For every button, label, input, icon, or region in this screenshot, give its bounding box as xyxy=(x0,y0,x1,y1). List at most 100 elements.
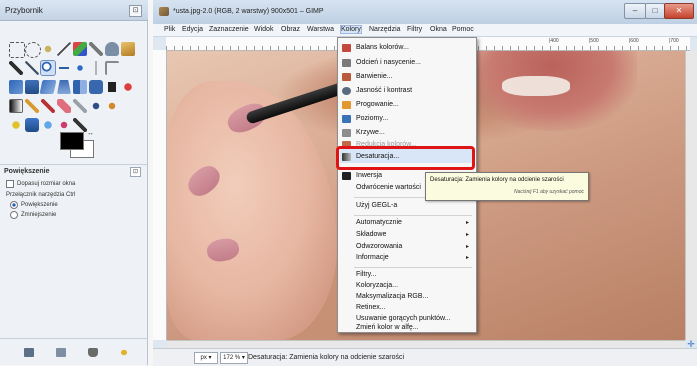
menu-widok[interactable]: Widok xyxy=(254,26,273,33)
blank-tool-slot xyxy=(121,99,135,113)
resize-window-label: Dopasuj rozmiar okna xyxy=(17,181,76,187)
menu-filtry[interactable]: Filtry xyxy=(407,26,422,33)
measure-icon[interactable] xyxy=(57,61,71,75)
unit-selector[interactable]: px ▾ xyxy=(194,352,218,364)
paths-icon[interactable] xyxy=(121,42,135,56)
rotate-tool-icon[interactable] xyxy=(9,80,23,94)
toolbox-titlebar[interactable]: Przybornik ⊡ xyxy=(0,0,148,21)
ink-tool-icon[interactable] xyxy=(89,99,103,113)
flip-tool-icon[interactable] xyxy=(73,80,87,94)
restore-options-icon[interactable] xyxy=(56,348,66,357)
scale-tool-icon[interactable] xyxy=(25,80,39,94)
menu-item-map[interactable]: Odwzorowania xyxy=(356,243,402,250)
menu-okna[interactable]: Okna xyxy=(430,26,447,33)
zoom-in-radio[interactable] xyxy=(10,201,18,209)
foreground-color-swatch[interactable] xyxy=(60,132,84,150)
zoom-out-radio[interactable] xyxy=(10,211,18,219)
menu-item-color-to-alpha[interactable]: Zmień kolor w alfę... xyxy=(356,324,419,331)
menu-item-retinex[interactable]: Retinex... xyxy=(356,304,386,311)
smudge-tool-icon[interactable] xyxy=(57,118,71,132)
menu-item-colorize[interactable]: Barwienie... xyxy=(356,73,393,80)
zoom-selector[interactable]: 172 % ▾ xyxy=(220,352,248,364)
menu-item-color-balance[interactable]: Balans kolorów... xyxy=(356,44,409,51)
menu-item-brightness-contrast[interactable]: Jasność i kontrast xyxy=(356,87,412,94)
menu-warstwa[interactable]: Warstwa xyxy=(307,26,334,33)
navigate-icon[interactable]: ✛ xyxy=(685,340,697,349)
horizontal-scrollbar[interactable] xyxy=(167,340,685,348)
perspective-tool-icon[interactable] xyxy=(57,80,71,94)
zoom-tool-icon[interactable] xyxy=(40,60,56,76)
menu-kolory[interactable]: Kolory xyxy=(340,25,362,34)
fg-bg-color-selector[interactable]: ↔ xyxy=(60,130,96,158)
resize-window-checkbox[interactable] xyxy=(6,180,14,188)
menu-item-hot-spots[interactable]: Usuwanie gorących punktów... xyxy=(356,315,451,322)
clone-tool-icon[interactable] xyxy=(105,99,119,113)
blend-tool-icon[interactable] xyxy=(9,99,23,113)
menu-edycja[interactable]: Edycja xyxy=(182,26,203,33)
menu-pomoc[interactable]: Pomoc xyxy=(452,26,474,33)
menu-item-curves[interactable]: Krzywe... xyxy=(356,129,385,136)
menu-obraz[interactable]: Obraz xyxy=(281,26,300,33)
scissors-icon[interactable] xyxy=(89,42,103,56)
toggle-label: Przełącznik narzędzia Ctrl xyxy=(6,192,76,198)
menu-narzedzia[interactable]: Narzędzia xyxy=(369,26,401,33)
align-tool-icon[interactable] xyxy=(89,61,103,75)
close-window-button[interactable]: ✕ xyxy=(664,3,694,19)
shear-tool-icon[interactable] xyxy=(39,80,57,94)
vertical-ruler[interactable] xyxy=(153,50,167,340)
menu-item-hue-saturation[interactable]: Odcień i nasycenie... xyxy=(356,59,421,66)
zoom-in-option[interactable]: Powiększenie xyxy=(10,201,58,209)
save-options-icon[interactable] xyxy=(24,348,34,357)
maximize-button[interactable]: □ xyxy=(645,3,665,19)
vertical-scrollbar[interactable] xyxy=(685,51,697,340)
free-select-icon[interactable] xyxy=(41,42,55,56)
tool-options-panel: Powiększenie ⊡ Dopasuj rozmiar okna Prze… xyxy=(0,164,148,335)
bucket-fill-icon[interactable] xyxy=(121,80,135,94)
ellipse-select-icon[interactable] xyxy=(25,42,41,58)
delete-options-icon[interactable] xyxy=(88,348,98,357)
swap-colors-icon[interactable]: ↔ xyxy=(87,130,94,137)
pencil-zoom-icon[interactable] xyxy=(25,61,39,75)
reset-options-icon[interactable] xyxy=(119,348,129,357)
menu-item-filters[interactable]: Filtry... xyxy=(356,271,376,278)
minimize-button[interactable]: – xyxy=(624,3,646,19)
sharpen-tool-icon[interactable] xyxy=(73,118,87,132)
menu-item-threshold[interactable]: Progowanie... xyxy=(356,101,399,108)
heal-tool-icon[interactable] xyxy=(9,118,23,132)
rect-select-icon[interactable] xyxy=(9,42,25,58)
blur-tool-icon[interactable] xyxy=(25,118,39,132)
cage-tool-icon[interactable] xyxy=(89,80,103,94)
fuzzy-select-icon[interactable] xyxy=(57,42,71,56)
foreground-select-icon[interactable] xyxy=(105,42,119,56)
paintbrush-icon[interactable] xyxy=(41,99,55,113)
color-select-icon[interactable] xyxy=(73,42,87,56)
dodge-burn-icon[interactable] xyxy=(41,118,55,132)
menu-item-maximum-rgb[interactable]: Maksymalizacja RGB... xyxy=(356,293,428,300)
menu-item-use-gegl[interactable]: Użyj GEGL-a xyxy=(356,202,397,209)
toolbox-close-button[interactable]: ⊡ xyxy=(129,5,142,17)
brightness-contrast-icon xyxy=(342,87,351,95)
menu-item-info[interactable]: Informacje xyxy=(356,254,389,261)
move-tool-icon[interactable] xyxy=(73,61,87,75)
menu-item-invert[interactable]: Inwersja xyxy=(356,172,382,179)
resize-window-option[interactable]: Dopasuj rozmiar okna xyxy=(6,180,75,188)
menu-plik[interactable]: Plik xyxy=(164,26,175,33)
text-tool-icon[interactable] xyxy=(105,80,119,94)
airbrush-icon[interactable] xyxy=(73,99,87,113)
color-picker-icon[interactable] xyxy=(9,61,23,75)
menu-item-levels[interactable]: Poziomy... xyxy=(356,115,388,122)
pencil-icon[interactable] xyxy=(25,99,39,113)
tool-options-reset-button[interactable]: ⊡ xyxy=(130,167,141,177)
menu-item-components[interactable]: Składowe xyxy=(356,231,386,238)
image-window-titlebar[interactable]: *usta.jpg-2.0 (RGB, 2 warstwy) 900x501 –… xyxy=(153,0,697,24)
desaturate-tooltip: Desaturacja: Zamienia kolory na odcienie… xyxy=(425,172,589,201)
zoom-out-option[interactable]: Zmniejszenie xyxy=(10,211,56,219)
menu-item-auto[interactable]: Automatycznie xyxy=(356,219,402,226)
color-balance-icon xyxy=(342,44,351,52)
menu-item-colorify[interactable]: Koloryzacja... xyxy=(356,282,398,289)
menu-zaznaczenie[interactable]: Zaznaczenie xyxy=(209,26,249,33)
crop-tool-icon[interactable] xyxy=(105,61,119,75)
menu-item-value-invert[interactable]: Odwrócenie wartości xyxy=(356,184,421,191)
eraser-icon[interactable] xyxy=(57,99,71,113)
status-message: Desaturacja: Zamienia kolory na odcienie… xyxy=(248,354,405,361)
